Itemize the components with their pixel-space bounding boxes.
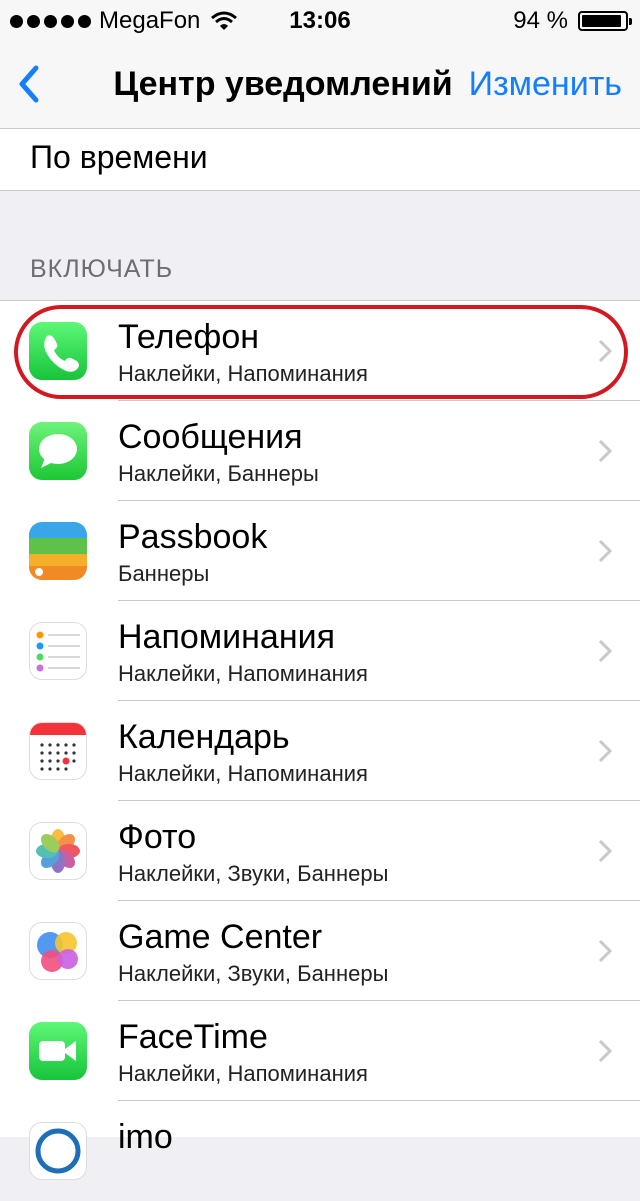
reminders-icon	[29, 622, 87, 680]
alert-style: Наклейки, Напоминания	[118, 761, 368, 786]
list-item-game-center[interactable]: Game Center Наклейки, Звуки, Баннеры	[0, 901, 640, 1001]
navigation-bar: Центр уведомлений Изменить	[0, 40, 640, 129]
chevron-right-icon	[598, 1039, 612, 1063]
alert-style: Наклейки, Напоминания	[118, 1061, 368, 1086]
alert-style: Наклейки, Баннеры	[118, 461, 319, 486]
imo-icon	[29, 1122, 87, 1180]
app-name: Game Center	[118, 918, 323, 956]
app-name: Фото	[118, 818, 197, 856]
passbook-icon	[29, 522, 87, 580]
app-name: Сообщения	[118, 418, 303, 456]
chevron-right-icon	[598, 439, 612, 463]
chevron-right-icon	[598, 639, 612, 663]
chevron-right-icon	[598, 839, 612, 863]
messages-icon	[29, 422, 87, 480]
photos-icon	[29, 822, 87, 880]
sort-order-label: По времени	[30, 139, 208, 175]
alert-style: Наклейки, Звуки, Баннеры	[118, 961, 389, 986]
app-name: imo	[118, 1118, 173, 1156]
phone-icon	[29, 322, 87, 380]
list-item-reminders[interactable]: Напоминания Наклейки, Напоминания	[0, 601, 640, 701]
alert-style: Наклейки, Звуки, Баннеры	[118, 861, 389, 886]
chevron-right-icon	[598, 539, 612, 563]
app-list: Телефон Наклейки, Напоминания Сообщения …	[0, 300, 640, 1180]
alert-style: Наклейки, Напоминания	[118, 361, 368, 386]
chevron-right-icon	[598, 339, 612, 363]
app-name: Passbook	[118, 518, 268, 556]
edit-button[interactable]: Изменить	[469, 64, 622, 104]
app-name: Напоминания	[118, 618, 336, 656]
list-item-imo[interactable]: imo	[0, 1101, 640, 1201]
chevron-right-icon	[598, 739, 612, 763]
app-name: Календарь	[118, 718, 290, 756]
list-item-phone[interactable]: Телефон Наклейки, Напоминания	[0, 301, 640, 401]
calendar-icon	[29, 722, 87, 780]
list-item-passbook[interactable]: Passbook Баннеры	[0, 501, 640, 601]
chevron-right-icon	[598, 939, 612, 963]
app-name: Телефон	[118, 318, 260, 356]
alert-style: Наклейки, Напоминания	[118, 661, 368, 686]
status-bar: MegaFon 13:06 94 %	[0, 0, 640, 40]
list-item-photos[interactable]: Фото Наклейки, Звуки, Баннеры	[0, 801, 640, 901]
battery-icon	[578, 11, 632, 31]
alert-style: Баннеры	[118, 561, 210, 586]
sort-order-row[interactable]: По времени	[0, 129, 640, 191]
list-item-calendar[interactable]: Календарь Наклейки, Напоминания	[0, 701, 640, 801]
game-center-icon	[29, 922, 87, 980]
app-name: FaceTime	[118, 1018, 268, 1056]
section-header: ВКЛЮЧАТЬ	[30, 255, 174, 283]
facetime-icon	[29, 1022, 87, 1080]
battery-status: 94 %	[513, 6, 632, 36]
battery-percent: 94 %	[513, 7, 568, 34]
list-item-facetime[interactable]: FaceTime Наклейки, Напоминания	[0, 1001, 640, 1101]
list-item-messages[interactable]: Сообщения Наклейки, Баннеры	[0, 401, 640, 501]
